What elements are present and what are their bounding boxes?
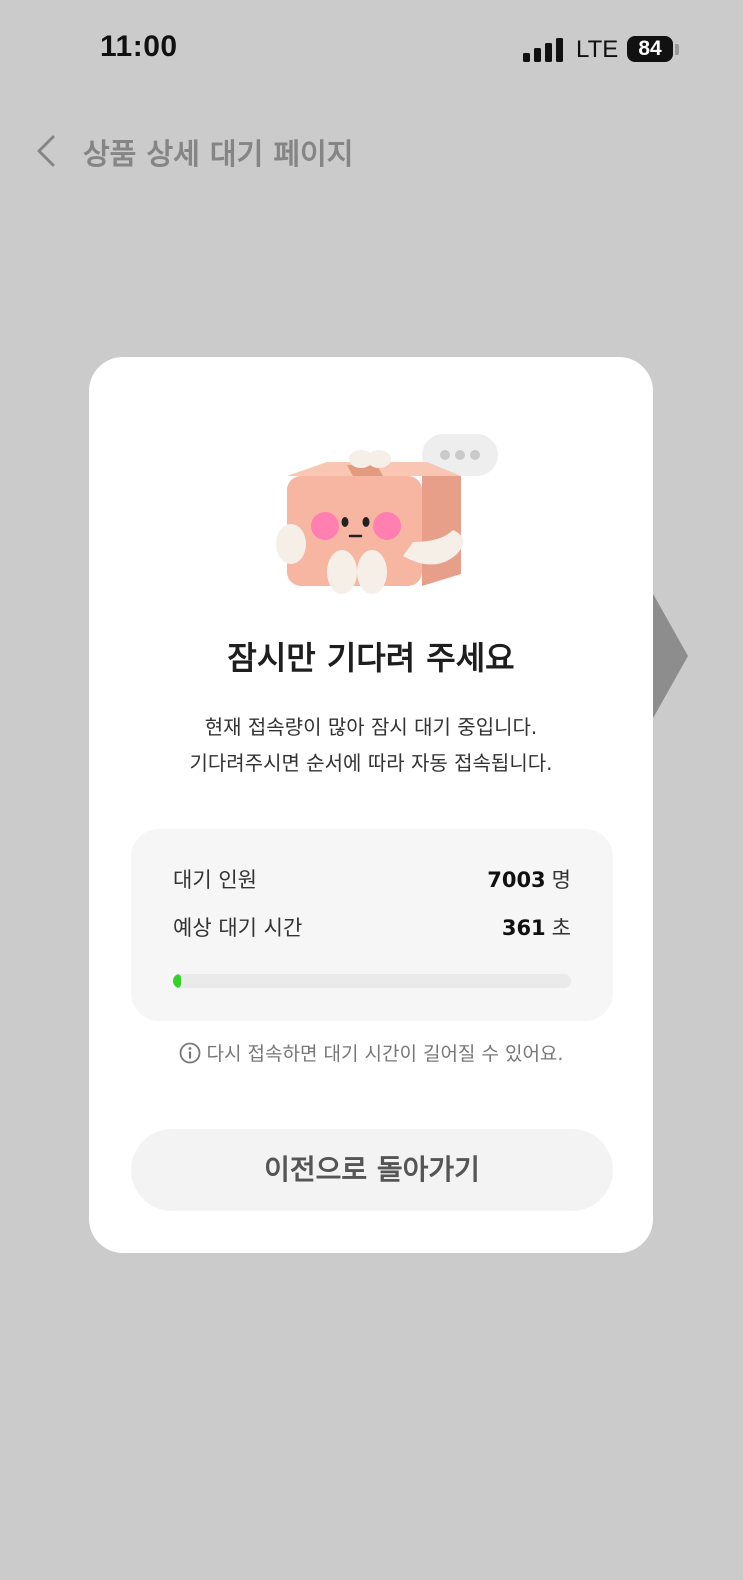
queue-people-count: 7003: [487, 868, 546, 892]
queue-progress-bar: [173, 974, 571, 988]
queue-time-label: 예상 대기 시간: [173, 916, 303, 940]
notice-text: 다시 접속하면 대기 시간이 길어질 수 있어요.: [89, 1039, 653, 1066]
queue-time-unit: 초: [551, 916, 571, 940]
queue-time-count: 361: [501, 916, 546, 940]
battery-cap: [675, 44, 679, 55]
chevron-left-icon[interactable]: [34, 134, 64, 168]
queue-time-row: 예상 대기 시간 361 초: [173, 907, 571, 943]
box-mascot-illustration: [276, 434, 498, 594]
queue-time-value: 361 초: [502, 912, 571, 942]
go-back-button[interactable]: 이전으로 돌아가기: [131, 1129, 613, 1211]
nav-bar: 상품 상세 대기 페이지: [0, 120, 743, 180]
info-icon: [179, 1042, 200, 1064]
network-type: LTE: [576, 36, 619, 63]
queue-progress-fill: [173, 974, 181, 988]
page-title: 상품 상세 대기 페이지: [83, 137, 354, 171]
status-time: 11:00: [100, 30, 178, 63]
queue-people-row: 대기 인원 7003 명: [173, 859, 571, 895]
description-line: 기다려주시면 순서에 따라 자동 접속됩니다.: [189, 751, 553, 775]
status-bar: 11:00 LTE 84: [0, 0, 743, 100]
description-line: 현재 접속량이 많아 잠시 대기 중입니다.: [204, 715, 538, 739]
background-arrow-shape: [652, 592, 688, 720]
notice-message: 다시 접속하면 대기 시간이 길어질 수 있어요.: [206, 1043, 564, 1065]
waiting-modal: 잠시만 기다려 주세요 현재 접속량이 많아 잠시 대기 중입니다. 기다려주시…: [89, 357, 653, 1253]
battery-icon: 84: [627, 36, 673, 62]
queue-people-value: 7003 명: [487, 864, 571, 894]
modal-description: 현재 접속량이 많아 잠시 대기 중입니다. 기다려주시면 순서에 따라 자동 …: [89, 709, 653, 781]
queue-people-unit: 명: [551, 868, 571, 892]
queue-people-label: 대기 인원: [173, 868, 257, 892]
signal-icon: [523, 38, 563, 62]
modal-title: 잠시만 기다려 주세요: [227, 639, 515, 677]
queue-info-box: 대기 인원 7003 명 예상 대기 시간 361 초: [131, 829, 613, 1021]
